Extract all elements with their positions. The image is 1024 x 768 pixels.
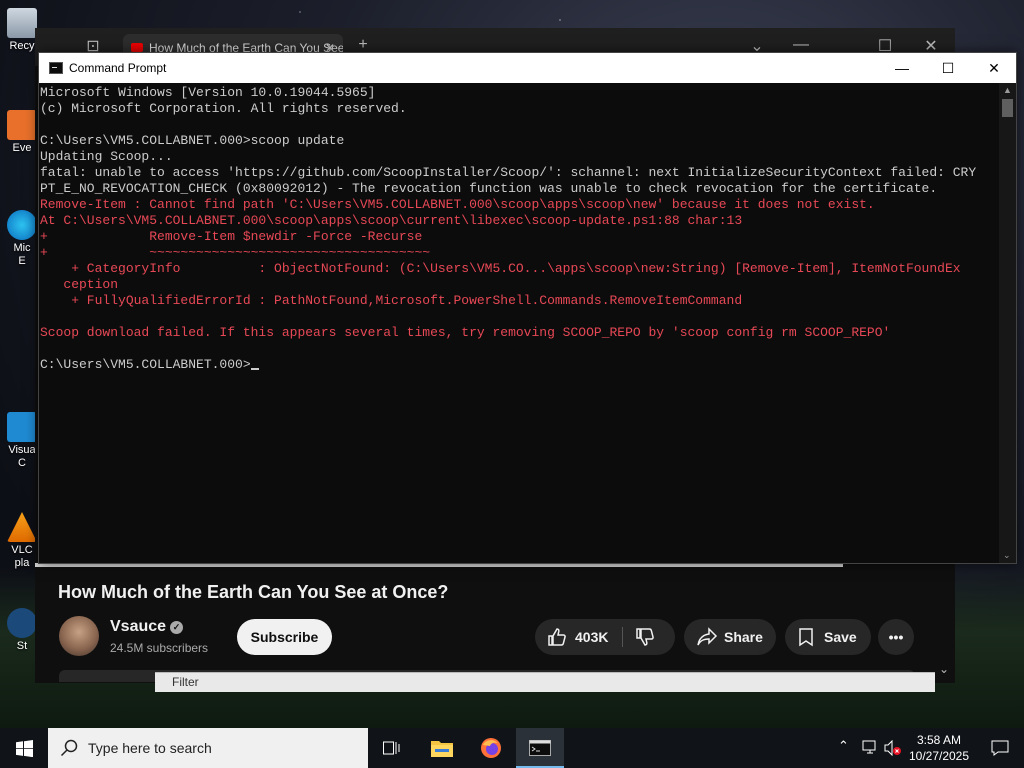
console-line: + CategoryInfo : ObjectNotFound: (C:\Use… [40,261,961,276]
clock-date: 10/27/2025 [908,749,970,763]
console-line: C:\Users\VM5.COLLABNET.000> [40,357,999,373]
edge-icon [7,210,37,240]
like-dislike-group: 403K [535,619,675,655]
cmd-title-bar[interactable]: Command Prompt — ☐ ✕ [39,53,1016,83]
console-output[interactable]: Microsoft Windows [Version 10.0.19044.59… [39,83,999,563]
maximize-button[interactable]: ☐ [925,53,971,83]
cmd-icon[interactable] [49,62,63,74]
console-line: C:\Users\VM5.COLLABNET.000>scoop update [40,133,345,148]
like-count[interactable]: 403K [575,619,608,655]
console-line: ception [40,277,119,292]
console-line: (c) Microsoft Corporation. All rights re… [40,101,407,116]
folder-icon [431,741,453,757]
share-label: Share [724,629,763,645]
taskbar-search-box[interactable]: Type here to search [48,728,368,768]
network-icon[interactable] [862,740,880,756]
youtube-icon [131,43,143,52]
search-icon [60,739,78,757]
cmd-icon [529,740,551,756]
vscode-icon [7,412,37,442]
chevron-down-icon[interactable]: ⌄ [939,662,949,676]
scroll-down-icon[interactable]: ⌄ [1003,550,1011,561]
windows-logo-icon [16,740,33,757]
recycle-bin-icon [7,8,37,38]
console-line: At C:\Users\VM5.COLLABNET.000\scoop\apps… [40,213,743,228]
channel-avatar[interactable] [59,616,99,656]
console-line: fatal: unable to access 'https://github.… [40,165,977,180]
everything-icon [7,110,37,140]
filter-bar: Filter [155,672,935,692]
save-button[interactable]: Save [785,619,871,655]
channel-name[interactable]: Vsauce ✓ [110,618,184,636]
taskbar-firefox[interactable] [467,728,515,768]
start-button[interactable] [0,728,48,768]
system-tray: ⌃ [836,728,906,768]
chevron-up-icon[interactable]: ⌃ [838,738,849,754]
console-line: Remove-Item : Cannot find path 'C:\Users… [40,197,875,212]
taskbar-file-explorer[interactable] [418,728,466,768]
console-line: Scoop download failed. If this appears s… [40,325,891,340]
scroll-thumb[interactable] [1002,99,1013,117]
console-line: + FullyQualifiedErrorId : PathNotFound,M… [40,293,743,308]
console-line: Microsoft Windows [Version 10.0.19044.59… [40,85,376,100]
verified-icon: ✓ [170,621,184,634]
steam-icon [7,608,37,638]
taskbar-command-prompt[interactable] [516,728,564,768]
save-label: Save [824,629,857,645]
text-cursor [250,368,259,370]
channel-name-text: Vsauce [110,618,167,635]
console-line: + ~~~~~~~~~~~~~~~~~~~~~~~~~~~~~~~~~~~~ [40,245,431,260]
search-placeholder: Type here to search [88,740,212,756]
taskbar-clock[interactable]: 3:58 AM 10/27/2025 [905,732,973,764]
like-icon[interactable] [547,627,567,647]
task-view-button[interactable] [368,728,416,768]
clock-time: 3:58 AM [916,733,962,747]
vertical-scrollbar[interactable]: ▲ ⌄ [999,83,1016,563]
share-icon [697,627,718,646]
command-prompt-window[interactable]: Command Prompt — ☐ ✕ Microsoft Windows [… [38,52,1017,564]
console-line: + Remove-Item $newdir -Force -Recurse [40,229,423,244]
firefox-icon [481,738,501,758]
minimize-button[interactable]: — [879,53,925,83]
more-actions-button[interactable]: ••• [878,619,914,655]
volume-muted-icon[interactable] [884,740,902,756]
dislike-icon[interactable] [635,627,655,647]
video-title: How Much of the Earth Can You See at Onc… [58,582,449,602]
task-view-icon [383,741,400,755]
console-line: PT_E_NO_REVOCATION_CHECK (0x80092012) - … [40,181,938,196]
notification-icon [991,740,1009,756]
close-button[interactable]: ✕ [971,53,1017,83]
subscriber-count: 24.5M subscribers [110,641,209,655]
console-line: Updating Scoop... [40,149,173,164]
action-center-button[interactable] [976,728,1024,768]
scroll-up-icon[interactable]: ▲ [1003,85,1012,95]
filter-label[interactable]: Filter [172,675,199,689]
share-button[interactable]: Share [684,619,776,655]
vlc-icon [7,512,37,542]
bookmark-icon [799,628,813,647]
subscribe-button[interactable]: Subscribe [237,619,332,655]
window-title: Command Prompt [69,61,167,75]
like-divider [622,627,623,647]
taskbar: Type here to search ⌃ 3:58 AM 10/27/2025 [0,728,1024,768]
